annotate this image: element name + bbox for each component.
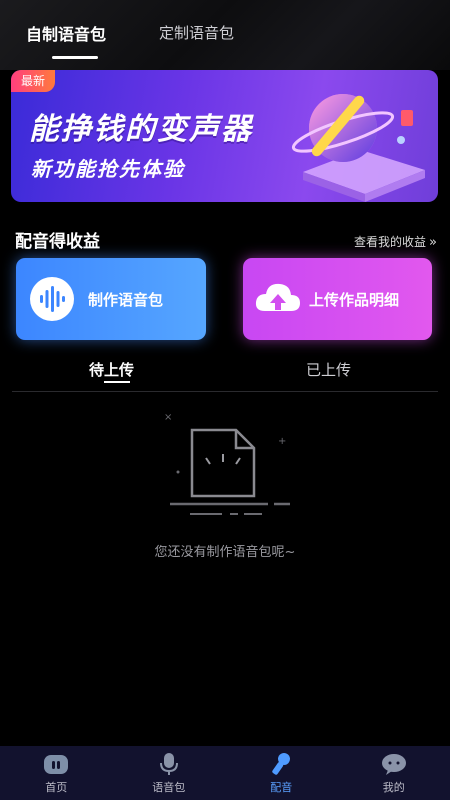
- nav-voice-pack[interactable]: 语音包: [113, 746, 226, 800]
- bottom-navigation: 首页 语音包 配音 我的: [0, 746, 450, 800]
- waveform-icon: [30, 277, 74, 321]
- nav-mine-label: 我的: [382, 781, 405, 794]
- new-badge: 最新: [11, 70, 55, 92]
- dub-microphone-icon: [272, 753, 291, 775]
- double-chevron-right-icon: »: [429, 235, 437, 250]
- upload-details-button[interactable]: 上传作品明细: [243, 258, 432, 340]
- tab-custom-voice-pack[interactable]: 定制语音包: [159, 22, 234, 43]
- view-earnings-label: 查看我的收益: [354, 235, 427, 249]
- make-voice-pack-label: 制作语音包: [88, 290, 164, 309]
- upload-details-label: 上传作品明细: [309, 290, 400, 309]
- banner-subtitle: 新功能抢先体验: [31, 157, 185, 181]
- view-earnings-link[interactable]: 查看我的收益»: [354, 233, 437, 250]
- divider: [12, 391, 438, 392]
- nav-home[interactable]: 首页: [0, 746, 113, 800]
- chat-bubble-icon: [381, 754, 406, 775]
- nav-home-label: 首页: [45, 781, 68, 794]
- microphone-icon: [159, 753, 178, 775]
- sub-tab-indicator: [104, 381, 130, 383]
- empty-document-icon: × +: [164, 412, 290, 515]
- svg-text:+: +: [278, 436, 286, 447]
- nav-voice-pack-label: 语音包: [152, 781, 186, 794]
- home-icon: [44, 755, 69, 774]
- banner-title: 能挣钱的变声器: [29, 112, 253, 147]
- nav-dubbing[interactable]: 配音: [225, 746, 338, 800]
- tab-self-made-voice-pack[interactable]: 自制语音包: [26, 21, 106, 45]
- tab-pending-upload[interactable]: 待上传: [89, 359, 134, 380]
- make-voice-pack-button[interactable]: 制作语音包: [16, 258, 206, 340]
- nav-dubbing-label: 配音: [270, 781, 293, 794]
- promo-banner[interactable]: 最新 能挣钱的变声器 新功能抢先体验: [11, 70, 438, 202]
- tab-uploaded[interactable]: 已上传: [306, 359, 351, 380]
- section-title: 配音得收益: [15, 232, 100, 252]
- planet-illustration-icon: [291, 94, 425, 202]
- svg-text:×: ×: [164, 412, 172, 423]
- nav-mine[interactable]: 我的: [338, 746, 450, 800]
- top-tab-bar: 自制语音包 定制语音包: [0, 0, 450, 64]
- upload-status-tabs: 待上传 已上传: [0, 355, 450, 391]
- empty-state-message: 您还没有制作语音包呢~: [154, 545, 296, 560]
- cloud-upload-icon: [253, 277, 303, 321]
- active-tab-indicator: [52, 56, 98, 59]
